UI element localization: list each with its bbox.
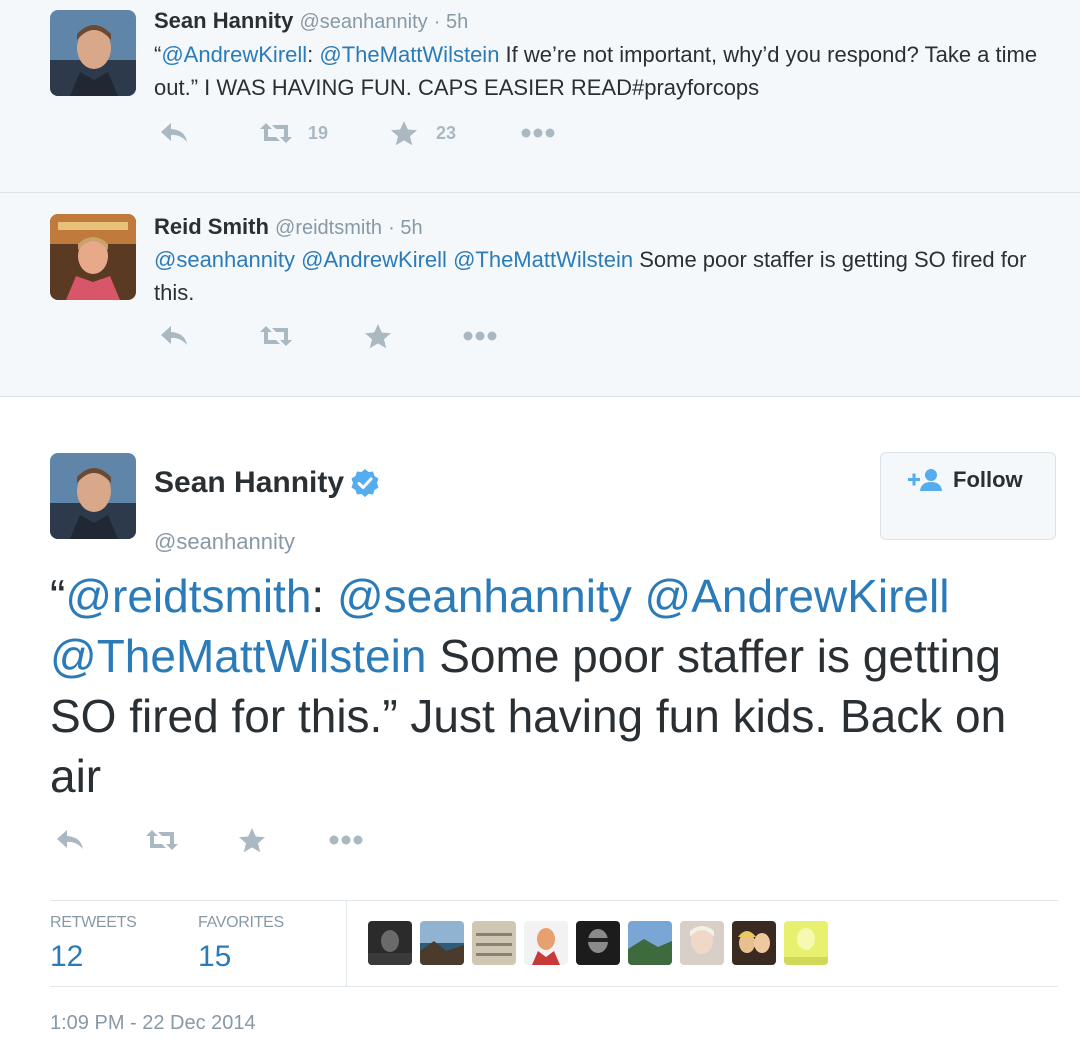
star-icon[interactable] bbox=[238, 827, 266, 853]
favorite-button[interactable]: 23 bbox=[390, 120, 456, 146]
more-icon[interactable] bbox=[520, 127, 556, 139]
favoriter-avatar[interactable] bbox=[368, 921, 412, 965]
favoriters-avatars bbox=[368, 921, 836, 965]
add-user-icon bbox=[908, 469, 942, 491]
mention-link[interactable]: @AndrewKirell bbox=[161, 42, 307, 67]
favoriter-avatar[interactable] bbox=[732, 921, 776, 965]
follow-label: Follow bbox=[953, 467, 1023, 492]
favorites-label: FAVORITES bbox=[198, 914, 284, 931]
context-tweet-2[interactable]: Reid Smith @reidtsmith · 5h @seanhannity… bbox=[0, 193, 1080, 397]
author-handle[interactable]: @seanhannity bbox=[154, 529, 295, 555]
reply-icon[interactable] bbox=[158, 323, 190, 349]
reply-icon[interactable] bbox=[158, 120, 190, 146]
follow-button[interactable]: Follow bbox=[880, 452, 1056, 540]
divider bbox=[50, 986, 1058, 987]
retweets-label: RETWEETS bbox=[50, 914, 137, 931]
favorites-count: 15 bbox=[198, 940, 232, 973]
tweet-text-segment bbox=[632, 570, 645, 622]
favoriter-avatar[interactable] bbox=[784, 921, 828, 965]
retweets-stat[interactable]: RETWEETS 12 bbox=[50, 914, 137, 974]
star-icon bbox=[391, 121, 418, 146]
author-handle[interactable]: @seanhannity bbox=[300, 11, 428, 33]
main-avatar[interactable] bbox=[50, 453, 136, 539]
mention-link[interactable]: @seanhannity bbox=[154, 247, 295, 272]
mention-link[interactable]: @TheMattWilstein bbox=[319, 42, 499, 67]
retweet-icon[interactable] bbox=[258, 323, 294, 349]
retweets-count: 12 bbox=[50, 940, 84, 973]
favoriter-avatar[interactable] bbox=[472, 921, 516, 965]
mention-link[interactable]: @TheMattWilstein bbox=[50, 630, 426, 682]
retweet-icon[interactable] bbox=[144, 827, 180, 853]
mention-link[interactable]: @AndrewKirell bbox=[645, 570, 950, 622]
more-icon[interactable] bbox=[328, 834, 364, 846]
tweet-text-segment: “ bbox=[50, 570, 66, 622]
tweet-text-segment: : bbox=[311, 570, 337, 622]
mention-link[interactable]: @TheMattWilstein bbox=[453, 247, 633, 272]
favorites-stat[interactable]: FAVORITES 15 bbox=[198, 914, 284, 974]
main-author[interactable]: Sean Hannity bbox=[154, 466, 380, 500]
author-name[interactable]: Sean Hannity bbox=[154, 8, 293, 33]
author-name[interactable]: Sean Hannity bbox=[154, 466, 344, 500]
retweet-count: 19 bbox=[308, 122, 329, 143]
avatar[interactable] bbox=[50, 10, 136, 96]
favoriter-avatar[interactable] bbox=[420, 921, 464, 965]
retweet-button[interactable]: 19 bbox=[258, 120, 328, 146]
tweet-timestamp[interactable]: 1:09 PM - 22 Dec 2014 bbox=[50, 1012, 256, 1035]
tweet-time[interactable]: · 5h bbox=[434, 11, 468, 33]
favorite-count: 23 bbox=[436, 122, 457, 143]
divider bbox=[50, 900, 1058, 901]
mention-link[interactable]: @AndrewKirell bbox=[301, 247, 447, 272]
favoriter-avatar[interactable] bbox=[524, 921, 568, 965]
verified-badge-icon bbox=[351, 469, 379, 497]
author-name[interactable]: Reid Smith bbox=[154, 214, 269, 239]
tweet-time[interactable]: · 5h bbox=[388, 217, 422, 239]
author-handle[interactable]: @reidtsmith bbox=[275, 217, 382, 239]
context-tweet-1[interactable]: Sean Hannity @seanhannity · 5h “@AndrewK… bbox=[0, 0, 1080, 193]
mention-link[interactable]: @reidtsmith bbox=[65, 570, 311, 622]
divider bbox=[346, 901, 347, 986]
avatar[interactable] bbox=[50, 214, 136, 300]
tweet-text: “@AndrewKirell: @TheMattWilstein If we’r… bbox=[154, 38, 1054, 104]
mention-link[interactable]: @seanhannity bbox=[337, 570, 632, 622]
main-tweet-text: “@reidtsmith: @seanhannity @AndrewKirell… bbox=[50, 566, 1060, 806]
favoriter-avatar[interactable] bbox=[680, 921, 724, 965]
favoriter-avatar[interactable] bbox=[576, 921, 620, 965]
tweet-text: @seanhannity @AndrewKirell @TheMattWilst… bbox=[154, 243, 1054, 309]
tweet-text-segment: : bbox=[307, 42, 320, 67]
retweet-icon bbox=[260, 123, 292, 143]
reply-icon[interactable] bbox=[54, 827, 86, 853]
star-icon[interactable] bbox=[364, 323, 392, 349]
favoriter-avatar[interactable] bbox=[628, 921, 672, 965]
more-icon[interactable] bbox=[462, 330, 498, 342]
